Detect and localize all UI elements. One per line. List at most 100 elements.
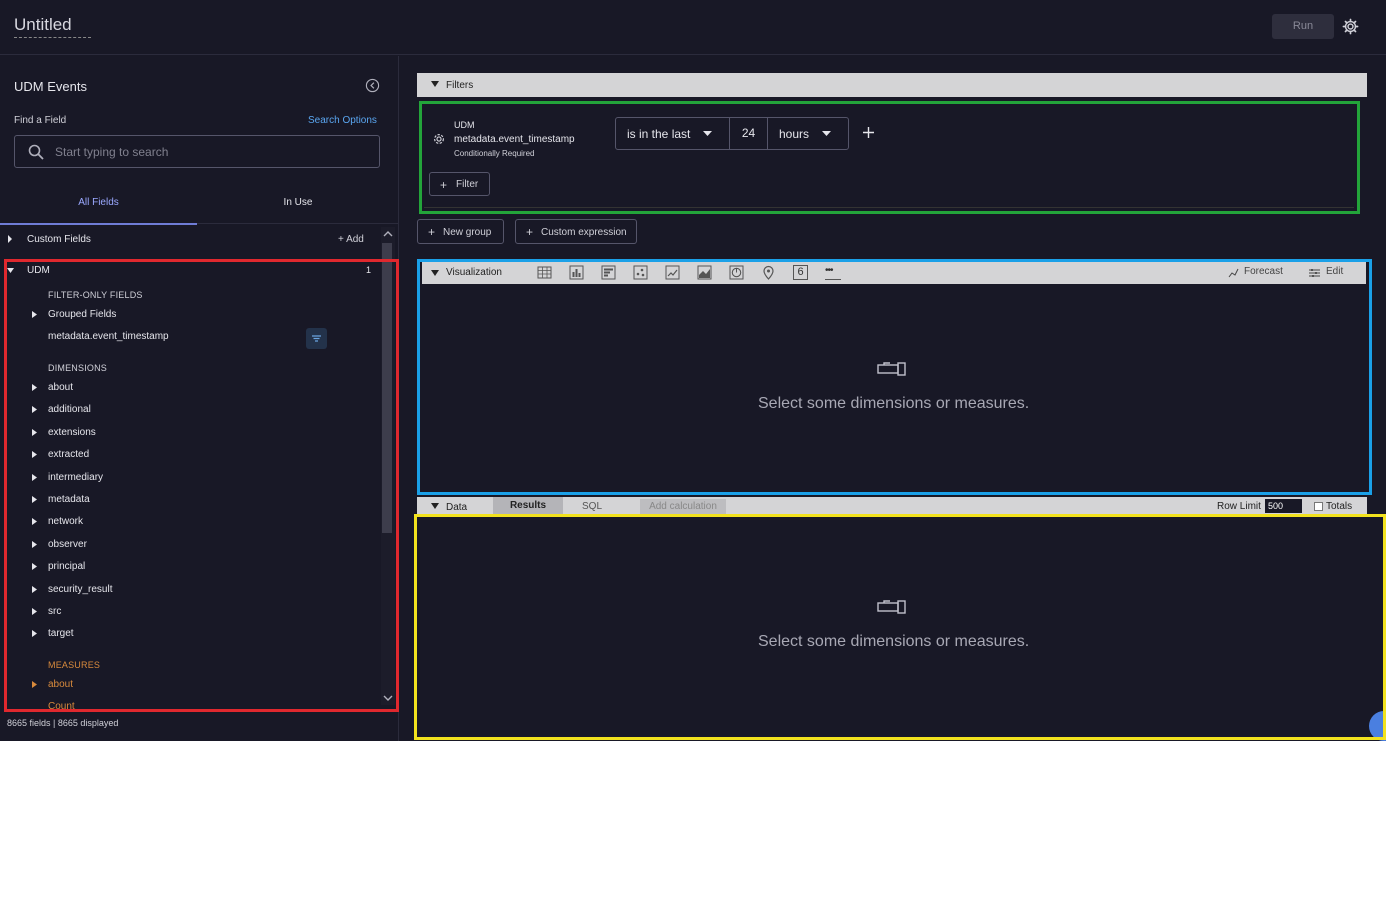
caret-right-icon[interactable] <box>32 586 37 593</box>
caret-right-icon[interactable] <box>32 496 37 503</box>
grouped-fields-item[interactable]: Grouped Fields <box>48 309 116 320</box>
single-value-icon[interactable]: 6 <box>793 265 808 280</box>
add-condition-icon[interactable] <box>862 126 875 139</box>
unit-select[interactable]: hours <box>768 118 848 149</box>
dimension-item-additional[interactable]: additional <box>48 404 91 415</box>
field-picker-panel: UDM Events Find a Field Search Options A… <box>0 56 399 741</box>
top-bar: Untitled Run <box>0 0 1386 55</box>
measure-count[interactable]: Count <box>48 701 75 712</box>
scatter-icon[interactable] <box>633 265 648 280</box>
totals-checkbox[interactable] <box>1314 502 1323 511</box>
scroll-thumb[interactable] <box>382 243 392 533</box>
dimension-item-src[interactable]: src <box>48 606 61 617</box>
page-title[interactable]: Untitled <box>14 15 91 38</box>
filter-only-heading: FILTER-ONLY FIELDS <box>48 290 143 300</box>
custom-expression-label: Custom expression <box>541 227 627 238</box>
caret-right-icon[interactable] <box>32 406 37 413</box>
dimension-item-extracted[interactable]: extracted <box>48 449 89 460</box>
unit-value: hours <box>779 127 810 141</box>
chevron-down-icon <box>822 131 831 136</box>
event-timestamp-field[interactable]: metadata.event_timestamp <box>48 331 169 342</box>
add-filter-button[interactable]: + Filter <box>429 172 490 196</box>
tab-sql[interactable]: SQL <box>582 501 602 512</box>
filter-field-name: metadata.event_timestamp <box>454 134 575 145</box>
udm-group[interactable]: UDM <box>27 265 50 276</box>
custom-fields-row[interactable]: Custom Fields + Add <box>0 232 380 250</box>
plus-icon: + <box>428 225 436 239</box>
gear-icon[interactable] <box>432 132 446 146</box>
row-limit-input[interactable] <box>1265 499 1302 513</box>
dimension-item-security_result[interactable]: security_result <box>48 584 112 595</box>
caret-right-icon[interactable] <box>32 384 37 391</box>
caret-right-icon[interactable] <box>32 563 37 570</box>
dimension-item-network[interactable]: network <box>48 516 83 527</box>
caret-right-icon[interactable] <box>32 608 37 615</box>
search-icon <box>28 144 44 160</box>
map-pin-icon[interactable] <box>761 265 776 280</box>
collapse-panel-icon[interactable] <box>365 78 380 93</box>
caret-right-icon <box>8 235 12 243</box>
filter-expression: is in the last 24 hours <box>615 117 849 150</box>
dimension-item-target[interactable]: target <box>48 628 74 639</box>
dimension-item-extensions[interactable]: extensions <box>48 427 96 438</box>
udm-count-badge: 1 <box>366 265 372 275</box>
line-chart-icon[interactable] <box>665 265 680 280</box>
forecast-button[interactable]: Forecast <box>1244 266 1283 277</box>
empty-state-icon <box>877 362 906 376</box>
bar-chart-icon[interactable] <box>601 265 616 280</box>
dimension-item-observer[interactable]: observer <box>48 539 87 550</box>
dimension-item-intermediary[interactable]: intermediary <box>48 472 103 483</box>
field-search-box[interactable] <box>14 135 380 168</box>
tab-all-fields[interactable]: All Fields <box>0 197 197 225</box>
new-group-button[interactable]: + New group <box>417 219 504 244</box>
caret-right-icon[interactable] <box>32 474 37 481</box>
filters-label: Filters <box>446 80 474 91</box>
measure-about[interactable]: about <box>48 679 73 690</box>
caret-right-icon[interactable] <box>32 429 37 436</box>
area-chart-icon[interactable] <box>697 265 712 280</box>
add-label: Add <box>346 234 364 245</box>
more-icon[interactable]: ••• <box>825 265 841 280</box>
caret-right-icon[interactable] <box>32 630 37 637</box>
value-input[interactable]: 24 <box>730 118 768 149</box>
custom-expression-button[interactable]: + Custom expression <box>515 219 637 244</box>
edit-button[interactable]: Edit <box>1326 266 1343 277</box>
filter-icon[interactable] <box>306 328 327 349</box>
data-results-panel: Select some dimensions or measures. <box>417 517 1383 737</box>
table-icon[interactable] <box>537 265 552 280</box>
operator-select[interactable]: is in the last <box>616 118 730 149</box>
add-calculation-button[interactable]: Add calculation <box>640 499 726 515</box>
gear-icon[interactable] <box>1342 18 1359 35</box>
operator-value: is in the last <box>627 127 691 141</box>
add-filter-label: Filter <box>456 179 479 190</box>
search-input[interactable] <box>55 136 365 167</box>
visualization-label: Visualization <box>446 267 502 278</box>
field-tree: UDM 1 FILTER-ONLY FIELDS Grouped Fields … <box>0 260 380 712</box>
empty-state-icon <box>877 600 906 614</box>
add-custom-field-button[interactable]: + Add <box>338 234 364 245</box>
column-chart-icon[interactable] <box>569 265 584 280</box>
caret-right-icon[interactable] <box>32 681 37 688</box>
scroll-down-icon[interactable] <box>381 691 395 705</box>
caret-right-icon[interactable] <box>32 451 37 458</box>
field-tree-scrollbar[interactable] <box>381 227 395 705</box>
tab-in-use[interactable]: In Use <box>197 197 399 224</box>
dimension-item-principal[interactable]: principal <box>48 561 85 572</box>
data-section-bar[interactable]: Data Results SQL Add calculation Row Lim… <box>417 497 1367 515</box>
tab-results[interactable]: Results <box>493 497 563 515</box>
run-button[interactable]: Run <box>1272 14 1334 39</box>
filters-section-bar[interactable]: Filters <box>417 73 1367 97</box>
scroll-up-icon[interactable] <box>381 227 395 241</box>
caret-right-icon[interactable] <box>32 311 37 318</box>
pie-chart-icon[interactable] <box>729 265 744 280</box>
caret-right-icon[interactable] <box>32 518 37 525</box>
visualization-section-bar[interactable]: Visualization 6 ••• Forecast Edit <box>422 262 1366 284</box>
dimension-item-about[interactable]: about <box>48 382 73 393</box>
filter-source: UDM <box>454 120 475 130</box>
search-options-link[interactable]: Search Options <box>308 115 377 126</box>
panel-title: UDM Events <box>14 79 87 94</box>
caret-down-icon[interactable] <box>7 268 14 273</box>
caret-right-icon[interactable] <box>32 541 37 548</box>
caret-down-icon <box>431 81 439 87</box>
dimension-item-metadata[interactable]: metadata <box>48 494 90 505</box>
